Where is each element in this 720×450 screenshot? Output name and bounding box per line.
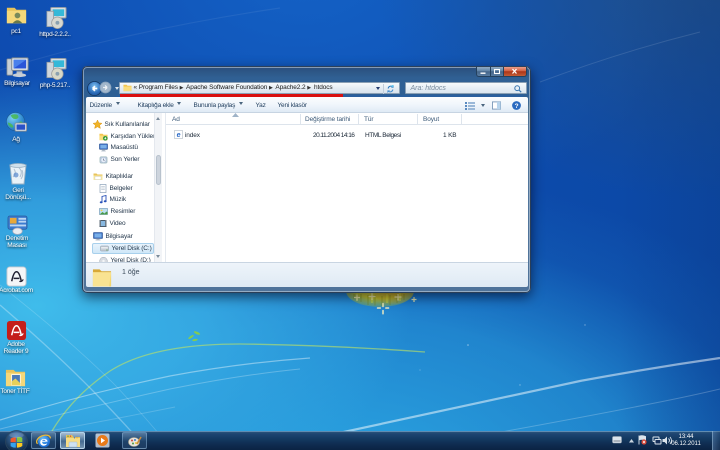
svg-text:e: e: [177, 132, 181, 139]
svg-text:?: ?: [514, 102, 518, 109]
